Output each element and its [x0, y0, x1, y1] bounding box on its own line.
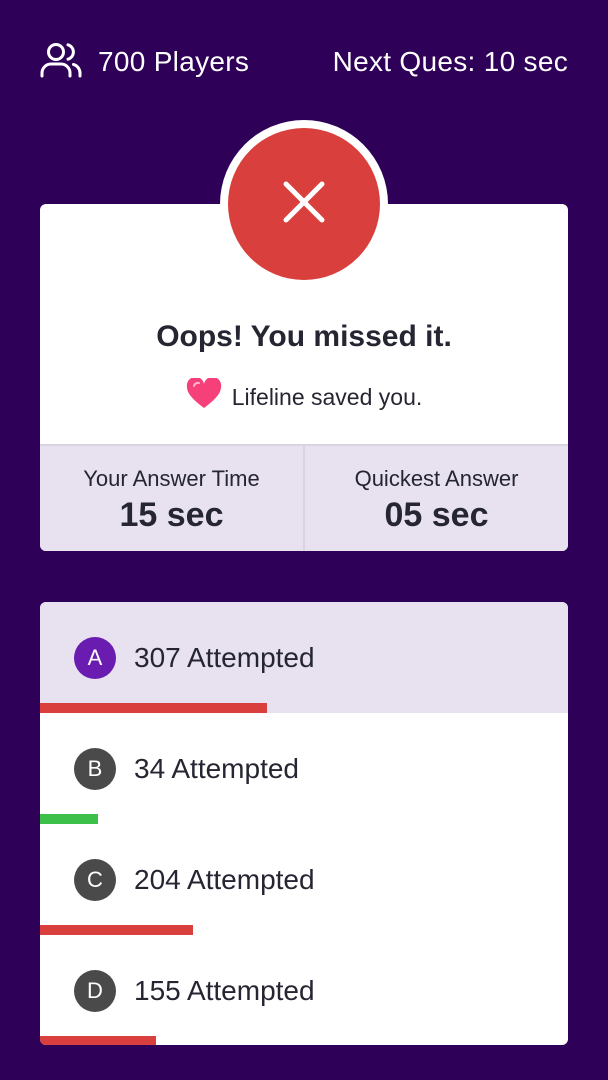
next-question-timer: Next Ques: 10 sec	[332, 46, 568, 77]
players-count-text: 700 Players	[98, 46, 250, 77]
players-count: 700 Players	[40, 42, 249, 82]
option-share-bar	[40, 703, 268, 713]
option-c: C 204 Attempted	[40, 824, 568, 935]
options-card: A 307 Attempted B 34 Attempted C 204 Att…	[40, 602, 568, 1045]
answer-stats: Your Answer Time 15 sec Quickest Answer …	[40, 444, 568, 551]
option-share-bar	[40, 1036, 157, 1045]
result-title: Oops! You missed it.	[156, 320, 452, 353]
your-answer-time: Your Answer Time 15 sec	[40, 446, 303, 551]
close-icon	[280, 178, 328, 231]
option-attempted-count: 204 Attempted	[134, 864, 315, 895]
lifeline-message: Lifeline saved you.	[40, 376, 568, 416]
option-share-bar	[40, 814, 99, 824]
stat-label: Quickest Answer	[354, 466, 519, 491]
option-letter: B	[74, 748, 116, 790]
lifeline-text: Lifeline saved you.	[231, 383, 423, 410]
option-attempted-count: 34 Attempted	[134, 753, 300, 784]
top-bar: 700 Players Next Ques: 10 sec	[0, 0, 608, 124]
option-a: A 307 Attempted	[40, 602, 568, 713]
option-attempted-count: 155 Attempted	[134, 975, 315, 1006]
option-letter: C	[74, 859, 116, 901]
option-letter: A	[74, 637, 116, 679]
option-letter: D	[74, 970, 116, 1012]
option-attempted-count: 307 Attempted	[134, 642, 315, 673]
heart-icon	[186, 376, 232, 416]
stat-label: Your Answer Time	[83, 466, 260, 491]
stat-value: 05 sec	[384, 496, 489, 534]
option-b: B 34 Attempted	[40, 713, 568, 824]
option-share-bar	[40, 925, 194, 935]
option-d: D 155 Attempted	[40, 935, 568, 1045]
users-icon	[40, 41, 82, 84]
quickest-answer: Quickest Answer 05 sec	[303, 446, 568, 551]
stat-value: 15 sec	[119, 496, 224, 534]
status-badge	[228, 128, 380, 280]
